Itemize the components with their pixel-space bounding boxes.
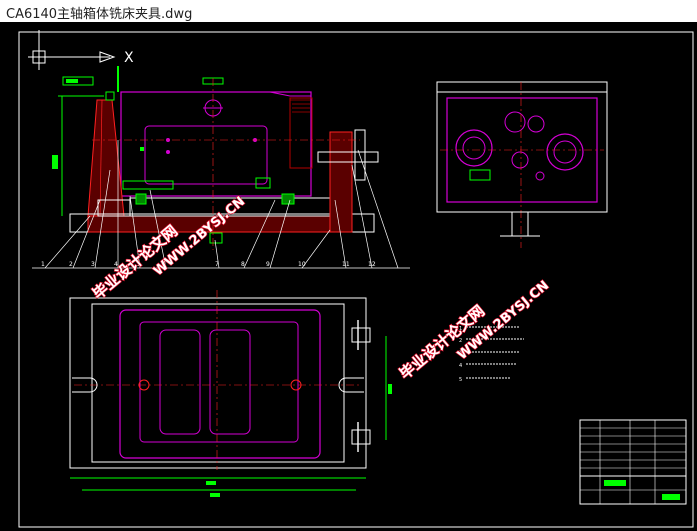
cad-drawing-canvas[interactable]: X 1 2 3 4 5 6 7 8 9 10 11 12 1 2 3 4 5 毕…	[0, 22, 697, 531]
top-view	[69, 290, 392, 497]
balloon-3: 3	[91, 261, 95, 268]
svg-text:4: 4	[459, 363, 462, 369]
drawing-svg: X 1 2 3 4 5 6 7 8 9 10 11 12 1 2 3 4 5 毕…	[18, 30, 694, 528]
watermark-stamp-right: 毕业设计论文网 WWW.2BYSJ.CN	[395, 278, 552, 384]
ucs-x-label: X	[124, 50, 134, 66]
balloon-1: 1	[41, 261, 45, 268]
front-view: 1 2 3 4 5 6 7 8 9 10 11 12	[32, 66, 410, 269]
file-tab-title[interactable]: CA6140主轴箱体铣床夹具.dwg	[6, 3, 192, 22]
file-tab-bar: CA6140主轴箱体铣床夹具.dwg	[0, 0, 697, 23]
svg-text:5: 5	[459, 377, 462, 383]
balloon-12: 12	[368, 261, 376, 268]
balloon-11: 11	[342, 261, 350, 268]
balloon-7: 7	[215, 261, 219, 268]
ucs-icon: X	[28, 30, 134, 70]
balloon-8: 8	[241, 261, 245, 268]
side-view	[436, 81, 608, 248]
balloon-2: 2	[69, 261, 73, 268]
balloon-9: 9	[266, 261, 270, 268]
title-block	[579, 419, 687, 505]
balloon-10: 10	[298, 261, 306, 268]
